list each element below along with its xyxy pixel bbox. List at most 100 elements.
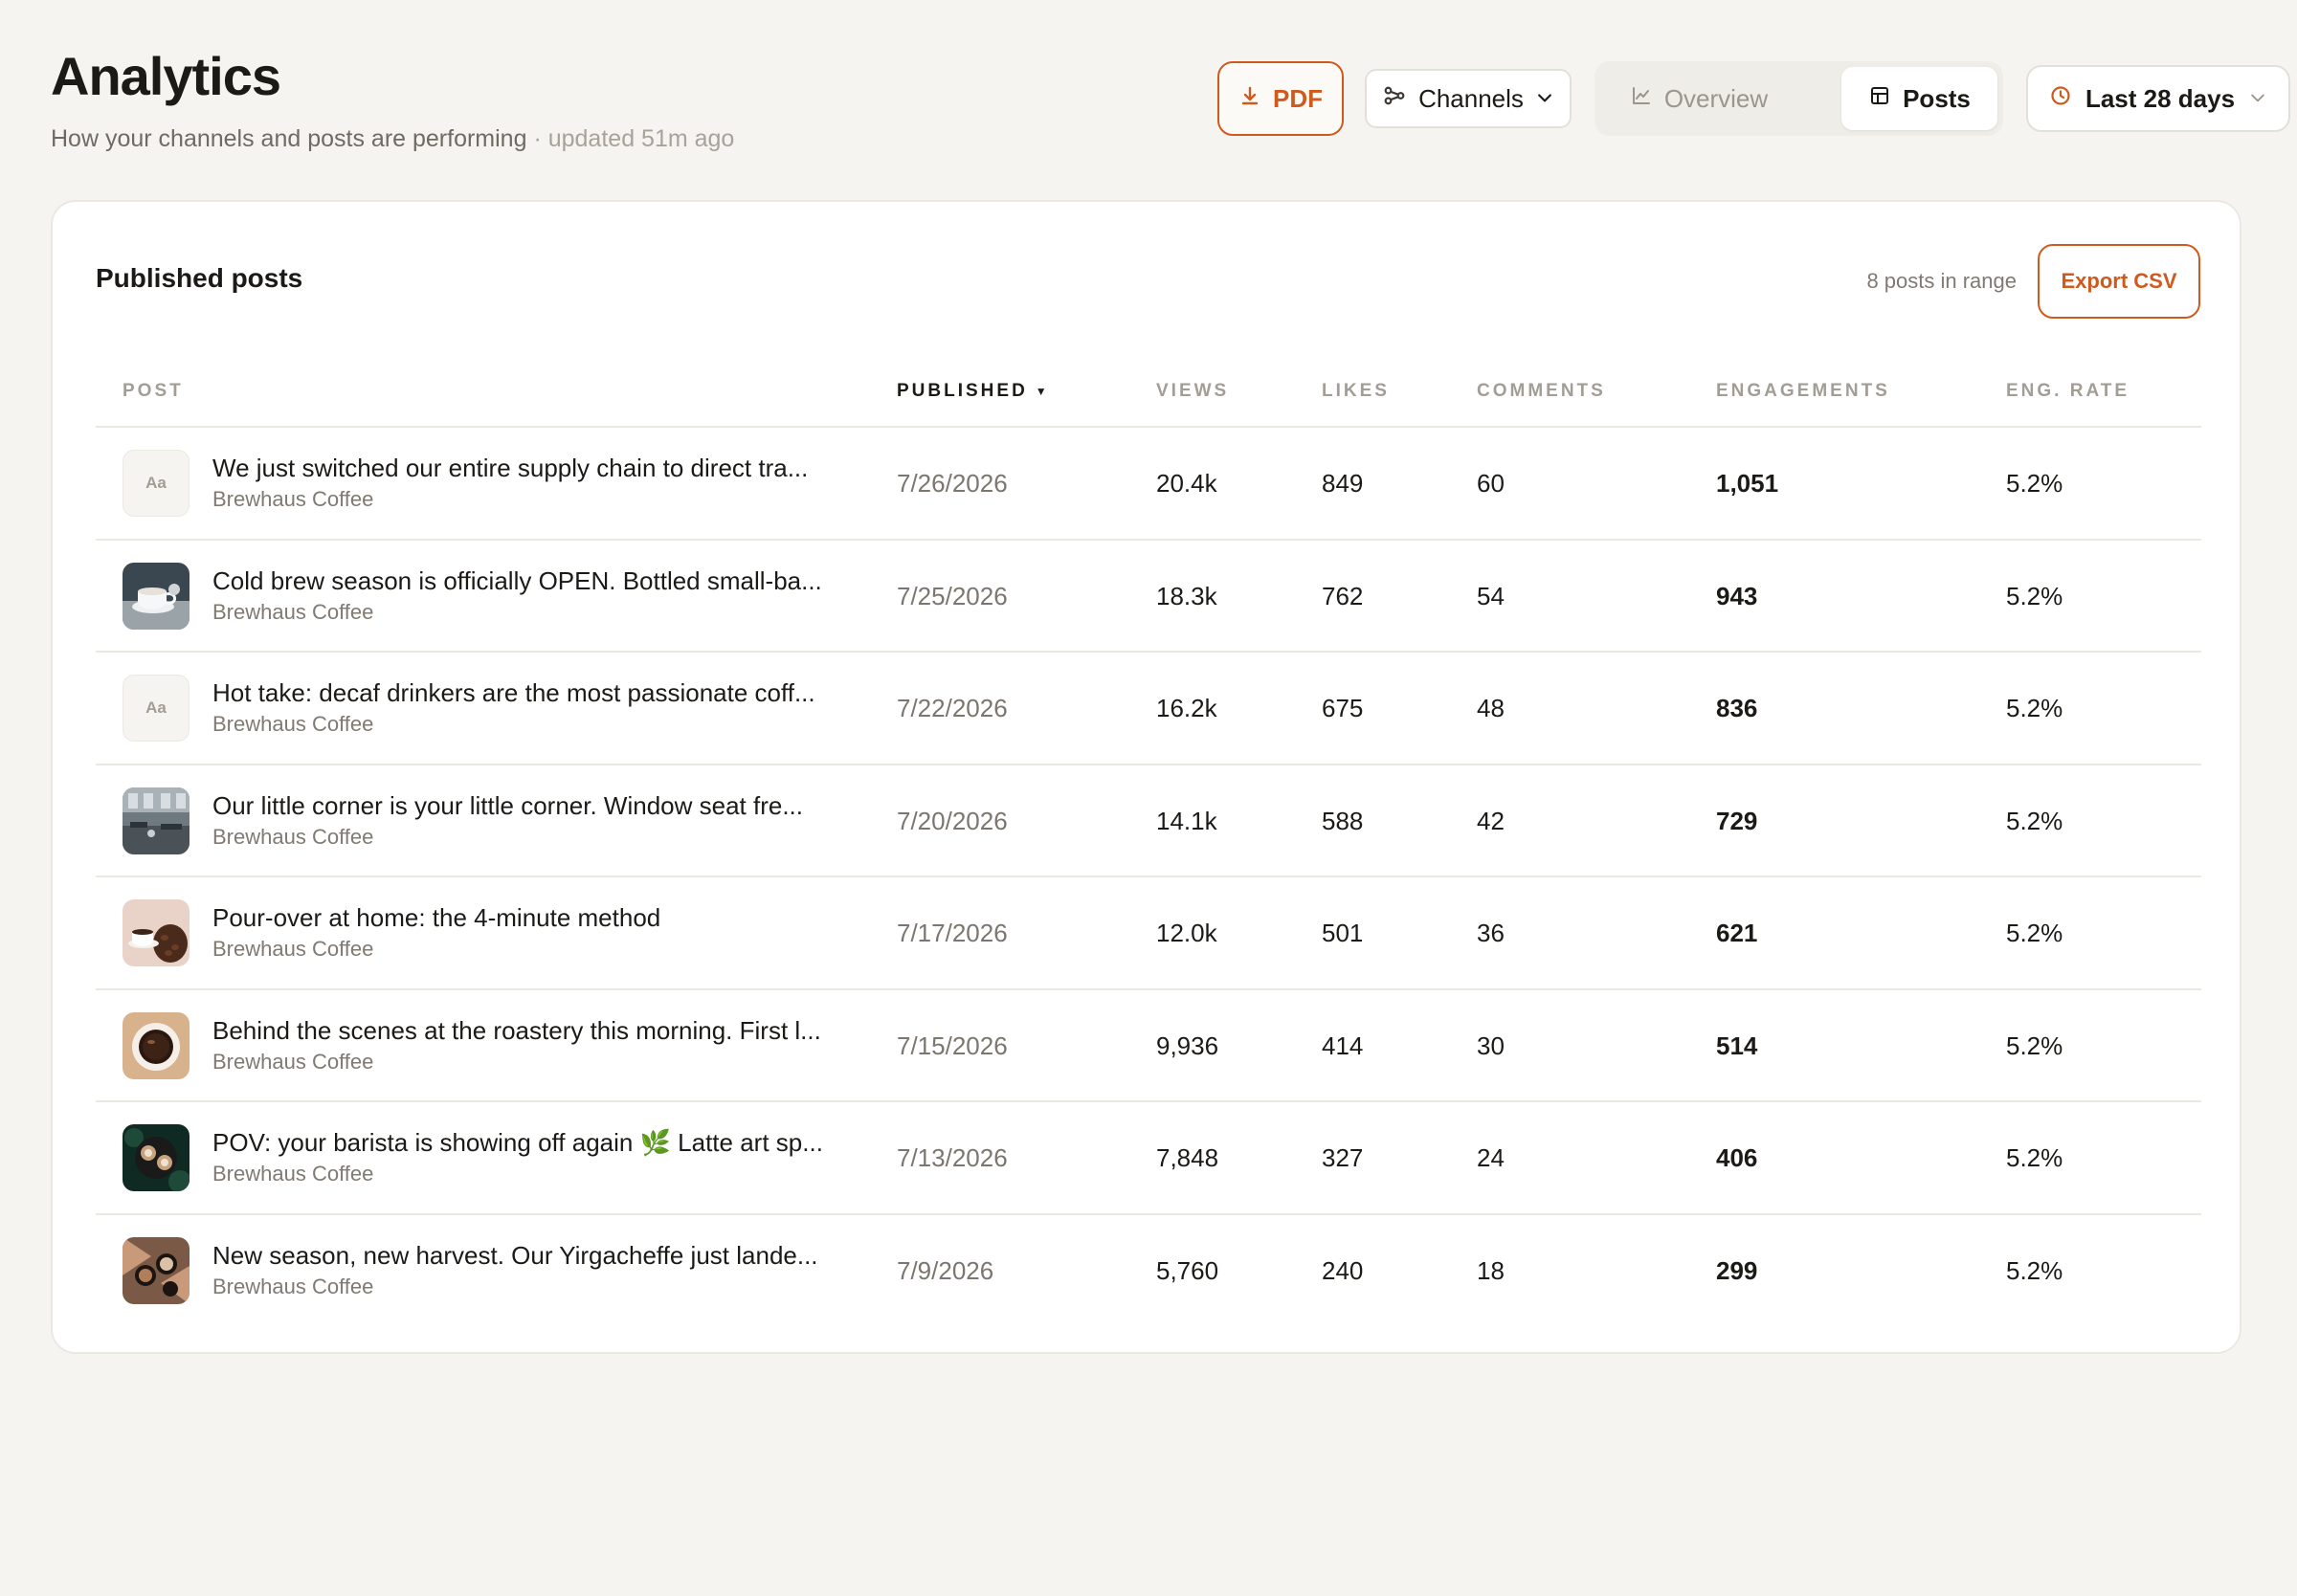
column-header-published-label: PUBLISHED	[897, 381, 1028, 402]
post-channel: Brewhaus Coffee	[212, 487, 374, 511]
post-thumbnail	[123, 899, 190, 966]
engagements-value: 406	[1716, 1143, 1758, 1172]
views-value: 9,936	[1156, 1031, 1219, 1060]
eng-rate-value: 5.2%	[2006, 919, 2063, 947]
likes-value: 849	[1322, 469, 1364, 498]
comments-value: 42	[1477, 806, 1505, 835]
card-title: Published posts	[96, 263, 303, 293]
eng-rate-value: 5.2%	[2006, 694, 2063, 722]
post-channel: Brewhaus Coffee	[212, 712, 374, 736]
likes-value: 240	[1322, 1255, 1364, 1285]
clock-icon	[2049, 84, 2072, 113]
channels-label: Channels	[1418, 84, 1524, 113]
table-row[interactable]: Cold brew season is officially OPEN. Bot…	[96, 541, 2201, 653]
chevron-down-icon	[1535, 84, 1554, 113]
column-header-eng-rate[interactable]: ENG. RATE	[2006, 380, 2130, 403]
post-title[interactable]: Our little corner is your little corner.…	[212, 790, 835, 821]
column-header-engagements[interactable]: ENGAGEMENTS	[1716, 380, 1890, 403]
column-header-post[interactable]: POST	[123, 380, 184, 403]
post-thumbnail	[123, 1011, 190, 1079]
engagements-value: 621	[1716, 919, 1758, 947]
column-header-likes[interactable]: LIKES	[1322, 380, 1390, 403]
posts-table-body: Aa We just switched our entire supply cha…	[96, 428, 2201, 1327]
post-thumbnail	[123, 787, 190, 854]
post-channel: Brewhaus Coffee	[212, 1162, 374, 1186]
pdf-button[interactable]: PDF	[1217, 61, 1344, 136]
comments-value: 18	[1477, 1255, 1505, 1285]
column-header-views[interactable]: VIEWS	[1156, 380, 1229, 403]
post-title[interactable]: New season, new harvest. Our Yirgacheffe…	[212, 1240, 835, 1271]
table-row[interactable]: New season, new harvest. Our Yirgacheffe…	[96, 1215, 2201, 1328]
likes-value: 762	[1322, 581, 1364, 610]
date-range-label: Last 28 days	[2085, 84, 2236, 113]
post-title[interactable]: Pour-over at home: the 4-minute method	[212, 902, 835, 933]
tab-posts[interactable]: Posts	[1841, 67, 1997, 130]
published-date: 7/22/2026	[897, 694, 1008, 722]
post-title[interactable]: Cold brew season is officially OPEN. Bot…	[212, 565, 835, 596]
post-title[interactable]: We just switched our entire supply chain…	[212, 453, 835, 483]
published-date: 7/17/2026	[897, 919, 1008, 947]
engagements-value: 729	[1716, 806, 1758, 835]
column-header-published[interactable]: PUBLISHED ▼	[897, 380, 1050, 403]
post-title[interactable]: Hot take: decaf drinkers are the most pa…	[212, 677, 835, 708]
likes-value: 414	[1322, 1031, 1364, 1060]
published-date: 7/25/2026	[897, 581, 1008, 610]
column-header-comments[interactable]: COMMENTS	[1477, 380, 1606, 403]
post-channel: Brewhaus Coffee	[212, 1274, 374, 1298]
table-icon	[1868, 84, 1891, 114]
table-row[interactable]: Aa Hot take: decaf drinkers are the most …	[96, 653, 2201, 765]
chevron-down-icon	[2248, 84, 2267, 113]
view-toggle: Overview Posts	[1595, 61, 2003, 136]
post-channel: Brewhaus Coffee	[212, 824, 374, 849]
thumb-label: Aa	[145, 474, 167, 492]
comments-value: 48	[1477, 694, 1505, 722]
views-value: 5,760	[1156, 1255, 1219, 1285]
post-thumbnail	[123, 1236, 190, 1304]
published-date: 7/20/2026	[897, 806, 1008, 835]
text-post-placeholder-icon: Aa	[123, 450, 190, 517]
tab-overview[interactable]: Overview	[1600, 67, 1797, 130]
post-channel: Brewhaus Coffee	[212, 599, 374, 624]
post-thumbnail	[123, 1124, 190, 1191]
pdf-button-label: PDF	[1273, 84, 1323, 113]
eng-rate-value: 5.2%	[2006, 1031, 2063, 1060]
table-row[interactable]: Behind the scenes at the roastery this m…	[96, 990, 2201, 1102]
engagements-value: 1,051	[1716, 469, 1779, 498]
share-nodes-icon	[1382, 83, 1407, 114]
eng-rate-value: 5.2%	[2006, 581, 2063, 610]
table-row[interactable]: Aa We just switched our entire supply cha…	[96, 428, 2201, 541]
engagements-value: 836	[1716, 694, 1758, 722]
engagements-value: 943	[1716, 581, 1758, 610]
date-range-dropdown[interactable]: Last 28 days	[2026, 65, 2290, 132]
updated-timestamp: · updated 51m ago	[533, 125, 735, 152]
published-date: 7/26/2026	[897, 469, 1008, 498]
table-row[interactable]: Pour-over at home: the 4-minute method Br…	[96, 877, 2201, 990]
page-header: Analytics How your channels and posts ar…	[51, 46, 2290, 161]
comments-value: 60	[1477, 469, 1505, 498]
tab-posts-label: Posts	[1903, 83, 1971, 113]
eng-rate-value: 5.2%	[2006, 1255, 2063, 1285]
post-title[interactable]: Behind the scenes at the roastery this m…	[212, 1015, 835, 1046]
views-value: 18.3k	[1156, 581, 1217, 610]
likes-value: 501	[1322, 919, 1364, 947]
likes-value: 327	[1322, 1143, 1364, 1172]
published-date: 7/15/2026	[897, 1031, 1008, 1060]
subtitle-text: How your channels and posts are performi…	[51, 125, 527, 152]
thumb-label: Aa	[145, 698, 167, 717]
engagements-value: 514	[1716, 1031, 1758, 1060]
table-row[interactable]: Our little corner is your little corner.…	[96, 765, 2201, 877]
table-row[interactable]: POV: your barista is showing off again 🌿…	[96, 1102, 2201, 1215]
views-value: 7,848	[1156, 1143, 1219, 1172]
engagements-value: 299	[1716, 1255, 1758, 1285]
sort-desc-icon: ▼	[1035, 385, 1050, 398]
published-date: 7/9/2026	[897, 1255, 994, 1285]
post-title[interactable]: POV: your barista is showing off again 🌿…	[212, 1127, 835, 1158]
post-channel: Brewhaus Coffee	[212, 937, 374, 961]
views-value: 20.4k	[1156, 469, 1217, 498]
eng-rate-value: 5.2%	[2006, 469, 2063, 498]
eng-rate-value: 5.2%	[2006, 806, 2063, 835]
published-date: 7/13/2026	[897, 1143, 1008, 1172]
export-csv-button[interactable]: Export CSV	[2038, 244, 2200, 319]
page-subtitle: How your channels and posts are performi…	[51, 124, 734, 153]
channels-dropdown[interactable]: Channels	[1365, 69, 1572, 128]
